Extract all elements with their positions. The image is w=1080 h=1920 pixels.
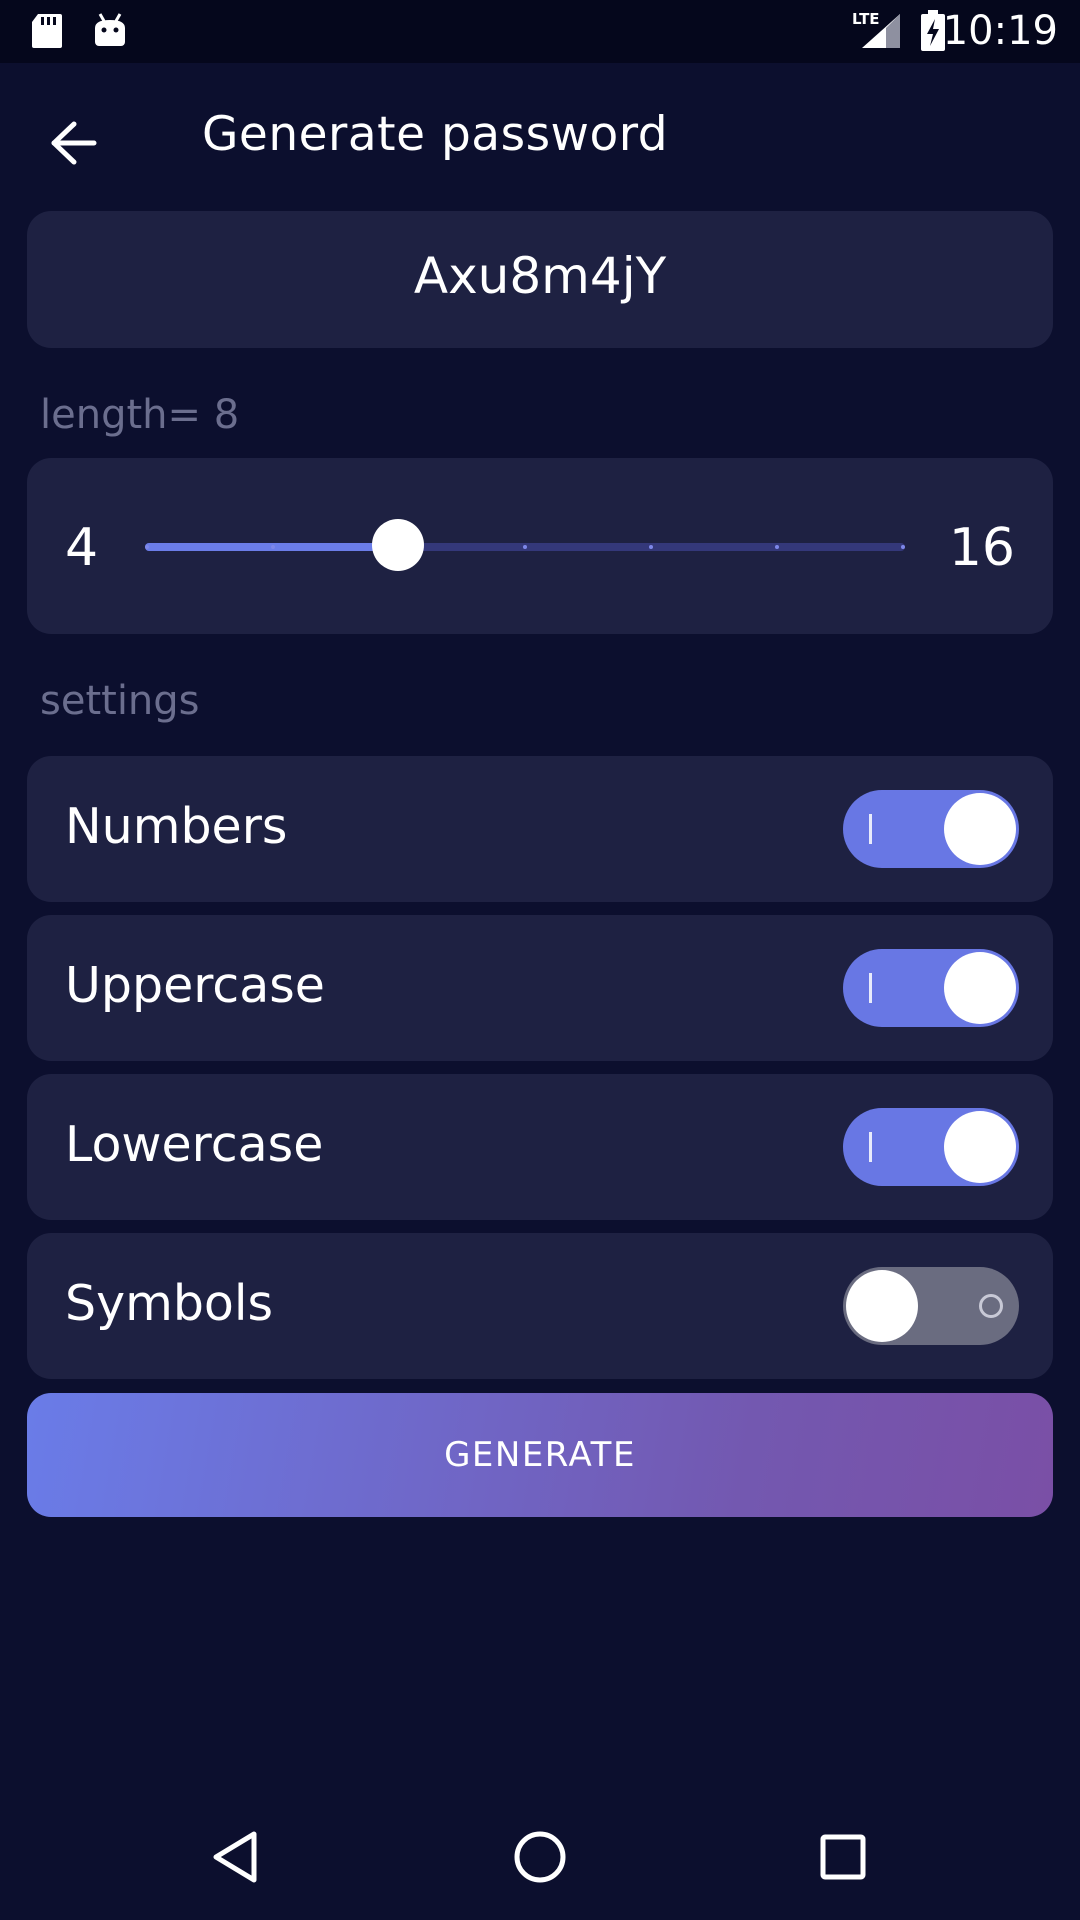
- setting-label: Lowercase: [65, 1116, 324, 1173]
- home-circle-icon[interactable]: [505, 1822, 575, 1892]
- toggle-knob: [944, 1111, 1016, 1183]
- back-triangle-icon[interactable]: [202, 1822, 272, 1892]
- generated-password: Axu8m4jY: [413, 247, 667, 305]
- setting-row-numbers[interactable]: Numbers: [27, 756, 1053, 902]
- setting-label: Numbers: [65, 798, 288, 855]
- slider-max-label: 16: [948, 518, 1015, 578]
- svg-text:LTE: LTE: [852, 10, 880, 28]
- password-display[interactable]: Axu8m4jY: [27, 211, 1053, 348]
- setting-label: Uppercase: [65, 957, 325, 1014]
- setting-row-uppercase[interactable]: Uppercase: [27, 915, 1053, 1061]
- toggle-on-mark: [869, 973, 872, 1003]
- toggle-knob: [846, 1270, 918, 1342]
- toggle-off-mark: [979, 1294, 1003, 1318]
- uppercase-toggle[interactable]: [843, 949, 1019, 1027]
- app-bar: Generate password: [0, 63, 1080, 207]
- toggle-on-mark: [869, 1132, 872, 1162]
- slider-tick: [901, 545, 905, 549]
- navigation-bar: [0, 1792, 1080, 1920]
- symbols-toggle[interactable]: [843, 1267, 1019, 1345]
- length-label: length= 8: [40, 392, 240, 438]
- sd-card-icon: [30, 12, 64, 54]
- back-button[interactable]: [30, 101, 118, 189]
- slider-tick: [775, 545, 779, 549]
- length-slider[interactable]: [145, 519, 905, 571]
- recents-square-icon[interactable]: [808, 1822, 878, 1892]
- slider-thumb[interactable]: [372, 519, 425, 571]
- toggle-on-mark: [869, 814, 872, 844]
- lowercase-toggle[interactable]: [843, 1108, 1019, 1186]
- slider-tick: [271, 545, 275, 549]
- page-title: Generate password: [202, 107, 669, 162]
- slider-tick: [649, 545, 653, 549]
- settings-label: settings: [40, 678, 200, 724]
- slider-tick: [145, 545, 149, 549]
- length-slider-card: 4 16: [27, 458, 1053, 634]
- arrow-left-icon: [50, 121, 98, 169]
- toggle-knob: [944, 952, 1016, 1024]
- toggle-knob: [944, 793, 1016, 865]
- slider-tick: [523, 545, 527, 549]
- status-bar: LTE 10:19: [0, 0, 1080, 63]
- setting-row-lowercase[interactable]: Lowercase: [27, 1074, 1053, 1220]
- numbers-toggle[interactable]: [843, 790, 1019, 868]
- signal-icon: LTE: [852, 10, 902, 54]
- setting-row-symbols[interactable]: Symbols: [27, 1233, 1053, 1379]
- generate-button[interactable]: GENERATE: [27, 1393, 1053, 1517]
- android-debug-icon: [92, 12, 128, 52]
- setting-label: Symbols: [65, 1275, 274, 1332]
- slider-min-label: 4: [65, 518, 99, 578]
- clock: 10:19: [942, 8, 1058, 54]
